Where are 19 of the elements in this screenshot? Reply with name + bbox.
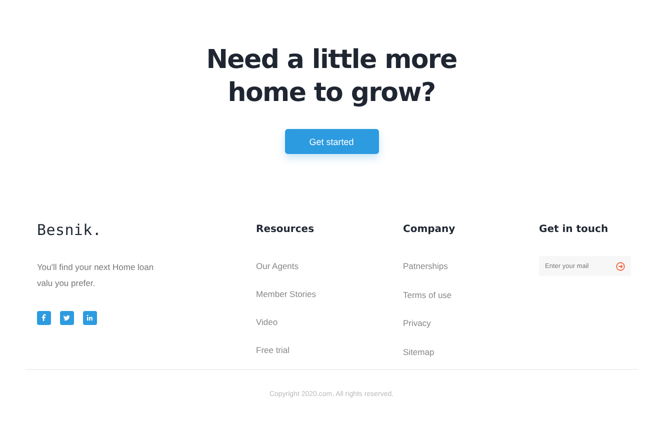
- column-heading: Company: [403, 224, 456, 235]
- footer-link[interactable]: Patnerships: [403, 261, 448, 271]
- footer-link[interactable]: Terms of use: [403, 290, 452, 300]
- facebook-icon[interactable]: [37, 311, 51, 325]
- get-started-button[interactable]: Get started: [284, 129, 378, 154]
- hero-heading: Need a little more home to grow?: [205, 44, 458, 110]
- footer-link[interactable]: Privacy: [403, 318, 431, 328]
- footer-link[interactable]: Free trial: [256, 345, 290, 355]
- column-heading: Resources: [256, 224, 316, 235]
- footer-link[interactable]: Sitemap: [403, 346, 434, 356]
- arrow-circle-icon[interactable]: [616, 262, 625, 270]
- linkedin-icon[interactable]: [83, 311, 97, 325]
- tagline: You'll find your next Home loan valu you prefer.: [37, 261, 155, 290]
- twitter-icon[interactable]: [60, 311, 74, 325]
- footer-link[interactable]: Member Stories: [256, 289, 316, 299]
- column-heading: Get in touch: [539, 224, 610, 235]
- footer-link[interactable]: Our Agents: [256, 261, 299, 271]
- footer-link[interactable]: Video: [256, 317, 278, 327]
- brand-logo: Besnik.: [37, 221, 103, 239]
